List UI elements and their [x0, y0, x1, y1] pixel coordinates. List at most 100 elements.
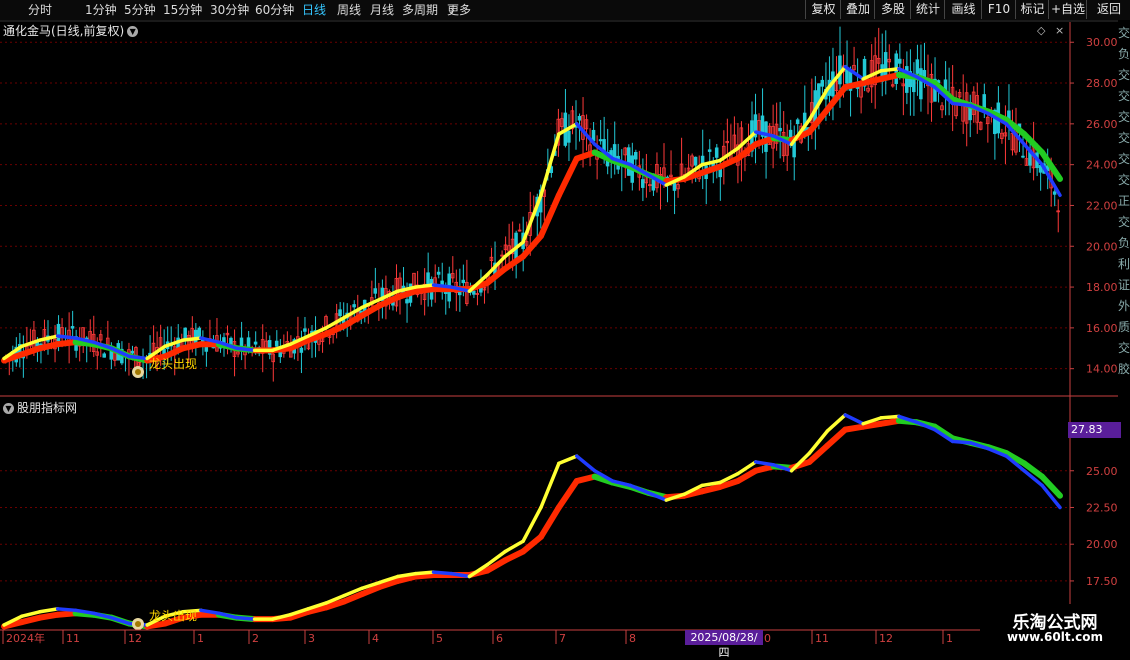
- candle-body: [39, 343, 43, 346]
- candle-body: [549, 166, 554, 173]
- main-slow-line: [233, 345, 258, 354]
- period-tab-0[interactable]: 分时: [28, 2, 52, 18]
- x-axis-label: 12: [879, 632, 893, 645]
- candle-body: [993, 109, 997, 135]
- main-y-tick-label: 20.00: [1086, 240, 1118, 253]
- sub-slow-line: [591, 473, 616, 486]
- main-chart-title[interactable]: 通化金马(日线,前复权) ▼: [3, 22, 139, 39]
- candle-body: [862, 58, 867, 87]
- main-slow-line: [287, 337, 312, 352]
- main-slow-line: [108, 345, 133, 360]
- toolbar-button-1[interactable]: 叠加: [840, 0, 875, 19]
- candle-body: [961, 100, 965, 122]
- candle-body: [35, 339, 40, 347]
- candle-body: [989, 109, 994, 113]
- candle-body: [736, 144, 740, 166]
- candle-body: [334, 313, 339, 328]
- sub-fast-line: [73, 608, 96, 615]
- candle-body: [369, 297, 374, 306]
- period-tab-9[interactable]: 多周期: [402, 2, 438, 18]
- toolbar-button-8[interactable]: 返回: [1086, 0, 1130, 19]
- period-tab-7[interactable]: 周线: [337, 2, 361, 18]
- sub-fast-line: [2, 614, 24, 627]
- main-slow-line: [162, 345, 186, 360]
- main-fast-line: [73, 336, 96, 344]
- candle-body: [771, 126, 775, 149]
- sub-fast-line: [20, 610, 42, 618]
- sub-slow-line: [323, 598, 348, 611]
- sub-fast-line: [753, 460, 776, 467]
- candle-body: [887, 58, 891, 63]
- period-tab-5[interactable]: 60分钟: [255, 2, 294, 18]
- sub-fast-line: [181, 608, 203, 614]
- main-fast-line: [396, 285, 418, 293]
- candle-body: [560, 118, 564, 127]
- period-tab-4[interactable]: 30分钟: [210, 2, 249, 18]
- sub-slow-line: [502, 548, 527, 564]
- candle-body: [176, 337, 180, 352]
- sub-slow-line: [412, 572, 437, 580]
- candle-body: [623, 147, 627, 156]
- sub-fast-line: [574, 454, 597, 473]
- candle-body: [553, 150, 557, 156]
- main-fast-line: [861, 69, 883, 81]
- period-tab-6[interactable]: 日线: [302, 2, 326, 18]
- candle-body: [1017, 123, 1022, 129]
- chevron-down-icon[interactable]: ▼: [127, 26, 139, 37]
- sub-slow-line: [126, 620, 151, 630]
- toolbar-button-6[interactable]: 标记: [1015, 0, 1049, 19]
- candle-body: [260, 339, 265, 354]
- sub-slow-line: [627, 483, 652, 496]
- toolbar-button-7[interactable]: +自选: [1048, 0, 1087, 19]
- sub-slow-line: [573, 473, 598, 485]
- candle-body: [788, 129, 793, 146]
- sub-fast-line: [950, 439, 973, 445]
- main-fast-line: [270, 342, 293, 353]
- main-fast-line: [1040, 162, 1062, 198]
- kline-chart[interactable]: 龙头出现 龙头出现 30.00 28.00 26.00 24.00 22.00 20.00…: [0, 0, 1130, 650]
- candle-body: [665, 176, 670, 179]
- main-slow-line: [1003, 116, 1028, 138]
- strip-char: 证: [1118, 278, 1130, 292]
- candle-body: [102, 353, 106, 358]
- main-slow-line: [72, 339, 97, 348]
- candle-body: [510, 238, 515, 255]
- main-fast-line: [771, 134, 794, 147]
- sub-fast-line: [467, 563, 490, 579]
- period-tab-2[interactable]: 5分钟: [124, 2, 156, 18]
- sub-slow-line: [806, 442, 831, 465]
- sub-slow-line: [36, 611, 61, 621]
- candle-body: [894, 53, 898, 84]
- x-axis-label: 8: [629, 632, 636, 645]
- main-slow-line: [358, 302, 383, 319]
- sub-slow-line: [1039, 473, 1063, 499]
- sub-slow-line: [376, 577, 401, 590]
- period-tab-3[interactable]: 15分钟: [163, 2, 202, 18]
- toolbar-button-4[interactable]: 画线: [944, 0, 982, 19]
- candle-body: [401, 285, 406, 294]
- period-tab-8[interactable]: 月线: [370, 2, 394, 18]
- toolbar-button-0[interactable]: 复权: [805, 0, 841, 19]
- candle-body: [971, 91, 976, 115]
- candle-body: [785, 139, 789, 156]
- candle-body: [190, 328, 194, 345]
- toolbar-button-2[interactable]: 多股: [874, 0, 911, 19]
- candle-body: [517, 229, 522, 232]
- chevron-down-icon[interactable]: ▼: [3, 403, 14, 414]
- candle-body: [841, 65, 846, 72]
- sub-y-tick-label: 25.00: [1086, 465, 1118, 478]
- main-slow-line: [394, 288, 419, 301]
- toolbar-button-3[interactable]: 统计: [910, 0, 945, 19]
- candle-body: [183, 327, 187, 341]
- candle-body: [250, 347, 254, 350]
- main-fast-line: [879, 67, 901, 73]
- candle-body: [21, 354, 26, 359]
- sub-chart-title[interactable]: ▼ 股朋指标网: [3, 399, 77, 416]
- main-fast-line: [2, 344, 24, 361]
- main-fast-line: [145, 344, 167, 361]
- candle-body: [1000, 132, 1004, 139]
- chevron-right-icon[interactable]: ›: [450, 2, 455, 18]
- toolbar-button-5[interactable]: F10: [981, 0, 1016, 19]
- period-tab-1[interactable]: 1分钟: [85, 2, 117, 18]
- candle-body: [419, 286, 423, 294]
